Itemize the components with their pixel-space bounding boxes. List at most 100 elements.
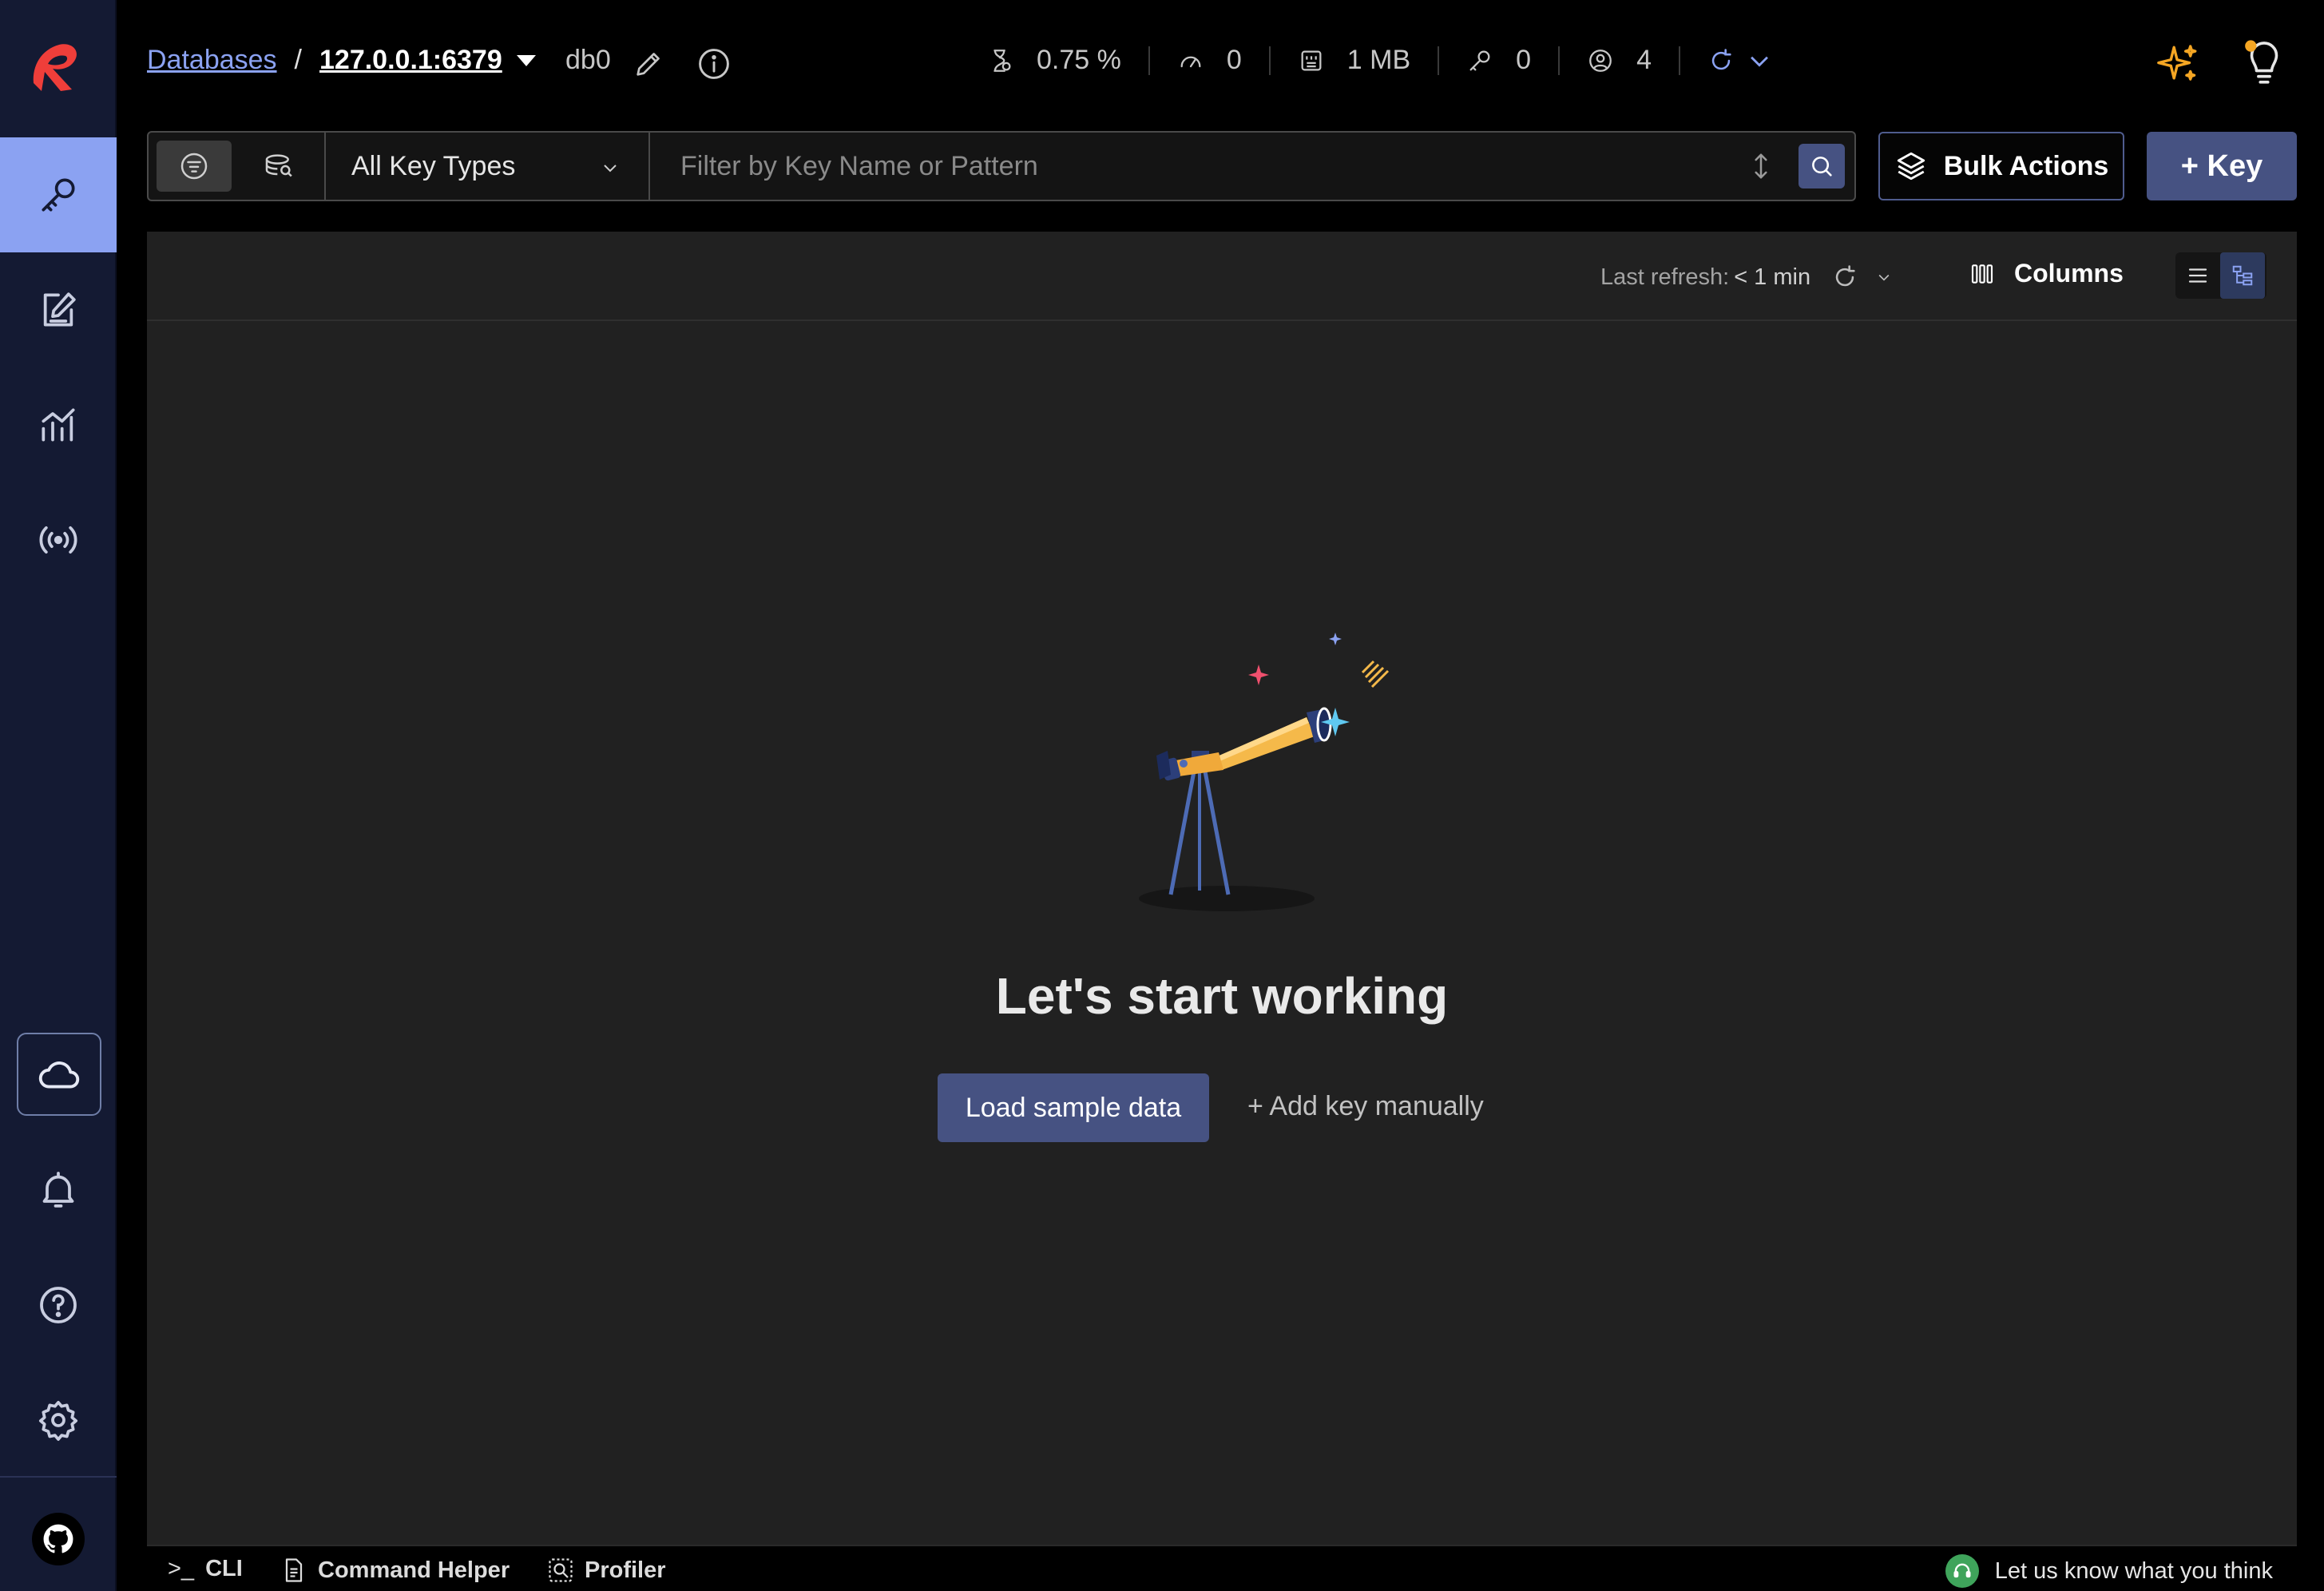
edit-icon bbox=[43, 292, 76, 327]
pencil-icon[interactable] bbox=[633, 48, 664, 80]
bulk-actions-button[interactable]: Bulk Actions bbox=[1878, 132, 2124, 200]
load-sample-data-button[interactable]: Load sample data bbox=[938, 1073, 1209, 1142]
chevron-down-icon bbox=[604, 165, 617, 173]
profiler-button[interactable]: Profiler bbox=[546, 1556, 666, 1585]
keys-value: 0 bbox=[1516, 45, 1532, 75]
view-toggle bbox=[2175, 252, 2266, 299]
profiler-label: Profiler bbox=[585, 1557, 666, 1583]
keys-stat: 0 bbox=[1466, 45, 1531, 76]
db-stats: 0.75 % 0 1 MB 0 4 bbox=[987, 45, 1773, 76]
breadcrumb-separator: / bbox=[294, 45, 302, 75]
search-button[interactable] bbox=[1799, 144, 1845, 188]
db-index: db0 bbox=[565, 45, 611, 75]
lightbulb-icon[interactable] bbox=[2241, 38, 2287, 88]
speedometer-icon bbox=[1180, 56, 1201, 67]
sidebar bbox=[0, 0, 117, 1591]
settings-button[interactable] bbox=[0, 1363, 117, 1478]
memory-icon bbox=[1301, 50, 1322, 70]
cloud-icon bbox=[38, 1061, 80, 1089]
notifications-button[interactable] bbox=[0, 1133, 117, 1248]
ops-stat: 0 bbox=[1177, 45, 1242, 76]
key-filter-input[interactable] bbox=[650, 133, 1760, 200]
last-refresh-label: Last refresh: bbox=[1600, 264, 1730, 290]
search-icon bbox=[1812, 157, 1832, 177]
tree-icon bbox=[2232, 265, 2253, 286]
columns-button[interactable]: Columns bbox=[1969, 259, 2124, 288]
github-button[interactable] bbox=[32, 1513, 85, 1565]
sidebar-item-pubsub[interactable] bbox=[0, 482, 117, 597]
sidebar-item-analysis[interactable] bbox=[0, 367, 117, 482]
auto-refresh[interactable] bbox=[1707, 47, 1773, 74]
refresh-icon[interactable] bbox=[1831, 264, 1858, 291]
databases-link[interactable]: Databases bbox=[147, 45, 277, 76]
redis-logo[interactable] bbox=[24, 34, 93, 102]
top-bar: Databases / 127.0.0.1:6379 db0 0.75 % 0 … bbox=[117, 0, 2324, 131]
add-key-manually-link[interactable]: + Add key manually bbox=[1247, 1091, 1484, 1122]
help-icon bbox=[40, 1287, 77, 1323]
key-list-panel: Last refresh: < 1 min Columns Let's star… bbox=[147, 232, 2297, 1591]
stack-search-icon bbox=[265, 154, 292, 177]
memory-value: 1 MB bbox=[1346, 45, 1411, 75]
columns-label: Columns bbox=[2014, 259, 2124, 288]
telescope-illustration bbox=[1139, 633, 1390, 911]
stat-divider bbox=[1268, 46, 1271, 75]
sidebar-item-workbench[interactable] bbox=[0, 252, 117, 367]
layers-icon bbox=[1897, 152, 1925, 181]
cloud-button[interactable] bbox=[17, 1033, 101, 1116]
pattern-search-mode-button[interactable] bbox=[157, 141, 232, 192]
key-icon bbox=[1469, 50, 1490, 70]
filter-bar: All Key Types bbox=[147, 131, 1856, 201]
bottom-bar: >_ CLI Command Helper Profiler Let us kn… bbox=[147, 1545, 2297, 1591]
chevron-down-icon[interactable] bbox=[1746, 47, 1773, 74]
feedback-label: Let us know what you think bbox=[1994, 1557, 2273, 1584]
database-host-link[interactable]: 127.0.0.1:6379 bbox=[319, 45, 502, 76]
filter-icon bbox=[180, 153, 208, 180]
cpu-stat: 0.75 % bbox=[987, 45, 1121, 76]
user-icon bbox=[1589, 49, 1612, 72]
cli-prompt: >_ bbox=[168, 1556, 195, 1581]
refresh-icon[interactable] bbox=[1707, 47, 1735, 74]
stat-divider bbox=[1678, 46, 1680, 75]
bell-icon bbox=[42, 1172, 74, 1208]
list-icon bbox=[2188, 268, 2207, 283]
cpu-value: 0.75 % bbox=[1037, 45, 1121, 75]
bulk-actions-label: Bulk Actions bbox=[1943, 150, 2109, 181]
stat-divider bbox=[1438, 46, 1440, 75]
add-key-button[interactable]: + Key bbox=[2147, 132, 2297, 200]
broadcast-icon bbox=[39, 526, 77, 554]
key-type-select[interactable]: All Key Types bbox=[326, 133, 650, 200]
ai-assistant-icon[interactable] bbox=[2155, 42, 2201, 88]
clients-value: 4 bbox=[1636, 45, 1652, 75]
stat-divider bbox=[1558, 46, 1561, 75]
panel-header: Last refresh: < 1 min Columns bbox=[147, 232, 2297, 321]
document-icon bbox=[285, 1558, 303, 1582]
semantic-search-mode-button[interactable] bbox=[241, 141, 316, 192]
breadcrumb: Databases / 127.0.0.1:6379 bbox=[147, 45, 536, 76]
hourglass-icon bbox=[993, 49, 1011, 72]
list-view-button[interactable] bbox=[2175, 252, 2220, 299]
info-icon[interactable] bbox=[696, 46, 732, 81]
ops-value: 0 bbox=[1226, 45, 1242, 75]
sort-icon[interactable] bbox=[1746, 150, 1776, 182]
stat-divider bbox=[1148, 46, 1150, 75]
columns-icon bbox=[1971, 264, 1993, 284]
last-refresh-value: < 1 min bbox=[1734, 264, 1811, 290]
feedback-link[interactable]: Let us know what you think bbox=[1945, 1554, 2273, 1588]
github-icon bbox=[43, 1524, 73, 1553]
last-refresh: Last refresh: < 1 min bbox=[1600, 264, 1892, 291]
tree-view-button[interactable] bbox=[2220, 252, 2265, 299]
caret-down-icon[interactable] bbox=[516, 54, 536, 66]
clients-stat: 4 bbox=[1587, 45, 1652, 76]
command-helper-label: Command Helper bbox=[318, 1557, 510, 1583]
command-helper-button[interactable]: Command Helper bbox=[280, 1556, 510, 1585]
sidebar-item-browser[interactable] bbox=[0, 137, 117, 252]
key-type-value: All Key Types bbox=[351, 150, 516, 181]
cli-button[interactable]: >_ CLI bbox=[168, 1556, 243, 1582]
sidebar-divider bbox=[0, 1476, 117, 1478]
search-mode-toggle bbox=[149, 133, 326, 200]
headset-icon bbox=[1945, 1554, 1979, 1588]
cli-label: CLI bbox=[205, 1556, 243, 1581]
help-button[interactable] bbox=[0, 1248, 117, 1363]
analytics-icon bbox=[42, 408, 75, 442]
chevron-down-icon[interactable] bbox=[1876, 269, 1892, 285]
